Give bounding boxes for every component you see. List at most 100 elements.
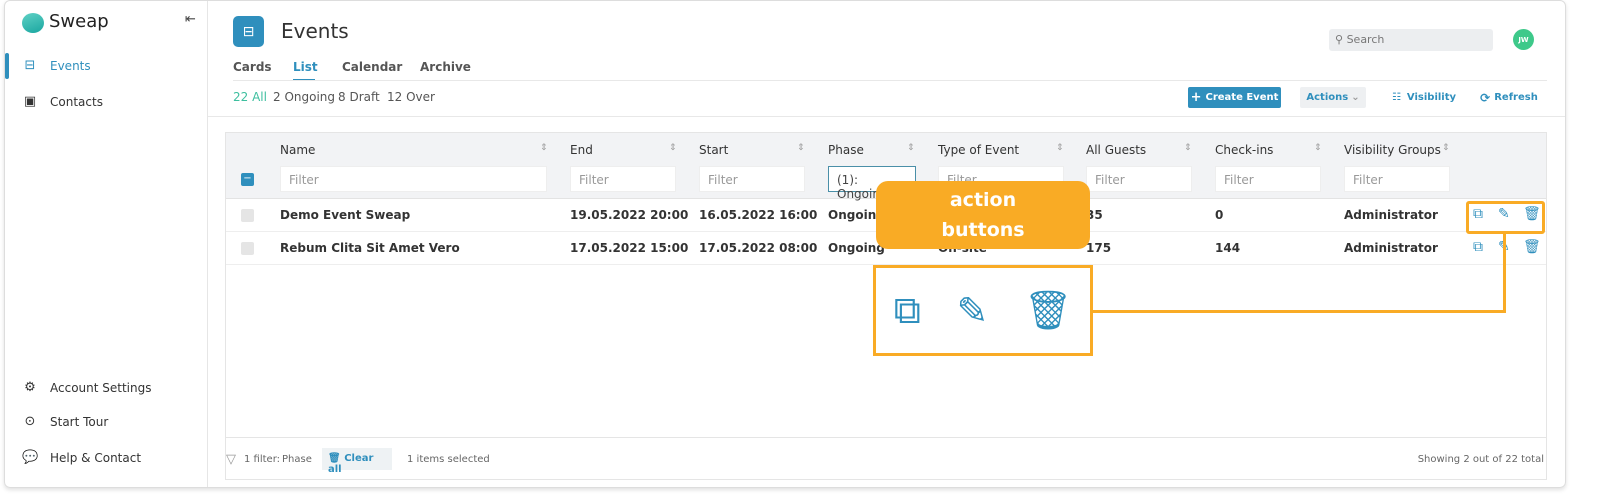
start-date: 16.05.2022 16:00 [699, 208, 818, 222]
tab-cards[interactable]: Cards [233, 60, 272, 74]
sidebar-item-label: Account Settings [50, 380, 152, 395]
sidebar-item-account-settings[interactable]: ⚙ Account Settings [5, 380, 151, 395]
sidebar-item-label: Help & Contact [50, 450, 142, 465]
app-name: Sweap [49, 11, 109, 32]
row-checkbox[interactable] [241, 209, 254, 222]
event-name[interactable]: Demo Event Sweap [280, 208, 410, 222]
callout-label: action buttons [876, 181, 1090, 249]
search-input[interactable]: ⚲ Search [1329, 29, 1493, 51]
trash-icon: 🗑︎ [328, 453, 345, 464]
check-ins: 144 [1215, 241, 1241, 255]
tab-archive[interactable]: Archive [420, 60, 471, 74]
tab-calendar[interactable]: Calendar [342, 60, 402, 74]
sort-icon[interactable]: ⇕ [669, 143, 677, 153]
zoomed-action-buttons: ⧉ ✎ 🗑︎ [873, 265, 1093, 356]
play-icon: ⊙ [24, 414, 36, 429]
column-end[interactable]: End [570, 143, 593, 157]
sidebar-item-contacts[interactable]: ▣ Contacts [5, 94, 103, 109]
visibility-filter[interactable]: Filter [1344, 166, 1450, 192]
highlight-box [1466, 201, 1545, 234]
check-ins: 0 [1215, 208, 1224, 222]
refresh-icon: ⟳ [1480, 90, 1491, 105]
checkins-filter[interactable]: Filter [1215, 166, 1321, 192]
page-title: Events [281, 19, 349, 43]
end-date: 19.05.2022 20:00 [570, 208, 689, 222]
filter-all[interactable]: 22 All [233, 90, 267, 104]
callout-text: buttons [941, 219, 1025, 241]
sort-icon[interactable]: ⇕ [1442, 143, 1450, 153]
actions-dropdown[interactable]: Actions ⌄ [1300, 87, 1366, 108]
sidebar-item-help[interactable]: 💬 Help & Contact [5, 450, 141, 465]
delete-icon: 🗑︎ [1023, 288, 1073, 332]
chevron-down-icon: ⌄ [1351, 92, 1360, 103]
refresh-button[interactable]: ⟳ Refresh [1480, 87, 1538, 108]
gear-icon: ⚙ [24, 380, 36, 395]
filter-ongoing[interactable]: 2 Ongoing [273, 90, 335, 104]
clear-all-button[interactable]: 🗑︎ Clear all [322, 448, 392, 475]
connector-line [1092, 310, 1506, 313]
create-event-label: Create Event [1205, 92, 1279, 103]
sort-icon[interactable]: ⇕ [1314, 143, 1322, 153]
column-phase[interactable]: Phase [828, 143, 864, 157]
event-name[interactable]: Rebum Clita Sit Amet Vero [280, 241, 460, 255]
name-filter[interactable]: Filter [280, 166, 547, 192]
visibility-button[interactable]: ☷ Visibility [1390, 87, 1458, 108]
refresh-label: Refresh [1494, 92, 1538, 103]
column-check-ins[interactable]: Check-ins [1215, 143, 1273, 157]
visibility-label: Visibility [1406, 92, 1457, 103]
select-all-checkbox[interactable]: − [241, 173, 254, 186]
sort-icon[interactable]: ⇕ [797, 143, 805, 153]
divider [233, 80, 1547, 81]
copy-icon: ⧉ [893, 288, 921, 332]
connector-line [1503, 234, 1506, 313]
filter-field: Phase [282, 454, 312, 465]
sidebar-item-start-tour[interactable]: ⊙ Start Tour [5, 414, 109, 429]
search-placeholder: Search [1346, 33, 1385, 46]
selection-count: 1 items selected [407, 454, 490, 465]
edit-icon: ✎ [956, 288, 989, 333]
start-filter[interactable]: Filter [699, 166, 805, 192]
filter-count: 1 filter: [244, 454, 280, 465]
sidebar-item-events[interactable]: ⊟ Events [5, 58, 91, 73]
sort-icon[interactable]: ⇕ [540, 143, 548, 153]
callout-text: action [949, 189, 1017, 211]
column-visibility-groups[interactable]: Visibility Groups [1344, 143, 1441, 157]
visibility-groups: Administrator [1344, 241, 1438, 255]
guests-filter[interactable]: Filter [1086, 166, 1192, 192]
column-type[interactable]: Type of Event [938, 143, 1019, 157]
sweap-logo-icon [22, 13, 44, 33]
avatar[interactable]: JW [1513, 29, 1534, 50]
visibility-groups: Administrator [1344, 208, 1438, 222]
column-name[interactable]: Name [280, 143, 315, 157]
create-event-button[interactable]: + Create Event [1188, 87, 1281, 108]
filter-over[interactable]: 12 Over [387, 90, 435, 104]
filter-draft[interactable]: 8 Draft [338, 90, 380, 104]
events-title-icon: ⊟ [233, 16, 264, 47]
contacts-icon: ▣ [23, 94, 37, 109]
sidebar: Sweap ⇤ ⊟ Events ▣ Contacts ⚙ Account Setti… [5, 1, 208, 487]
filter-icon: ▽ [226, 452, 236, 467]
divider [208, 116, 1565, 117]
sidebar-item-label: Contacts [50, 94, 103, 109]
column-start[interactable]: Start [699, 143, 728, 157]
sort-icon[interactable]: ⇕ [1056, 143, 1064, 153]
sort-icon[interactable]: ⇕ [1184, 143, 1192, 153]
plus-icon: + [1190, 90, 1202, 105]
columns-icon: ☷ [1391, 92, 1401, 103]
search-icon: ⚲ [1335, 33, 1347, 46]
end-date: 17.05.2022 15:00 [570, 241, 689, 255]
start-date: 17.05.2022 08:00 [699, 241, 818, 255]
delete-icon[interactable]: 🗑︎ [1523, 239, 1541, 255]
sidebar-item-label: Start Tour [50, 414, 109, 429]
sort-icon[interactable]: ⇕ [907, 143, 915, 153]
showing-count: Showing 2 out of 22 total [1417, 454, 1544, 465]
end-filter[interactable]: Filter [570, 166, 676, 192]
events-icon: ⊟ [24, 58, 36, 73]
sidebar-item-label: Events [50, 58, 91, 73]
column-all-guests[interactable]: All Guests [1086, 143, 1146, 157]
chat-icon: 💬 [22, 450, 39, 465]
tab-list[interactable]: List [293, 60, 318, 74]
copy-icon[interactable]: ⧉ [1473, 239, 1483, 255]
row-checkbox[interactable] [241, 242, 254, 255]
collapse-sidebar-icon[interactable]: ⇤ [185, 12, 196, 27]
